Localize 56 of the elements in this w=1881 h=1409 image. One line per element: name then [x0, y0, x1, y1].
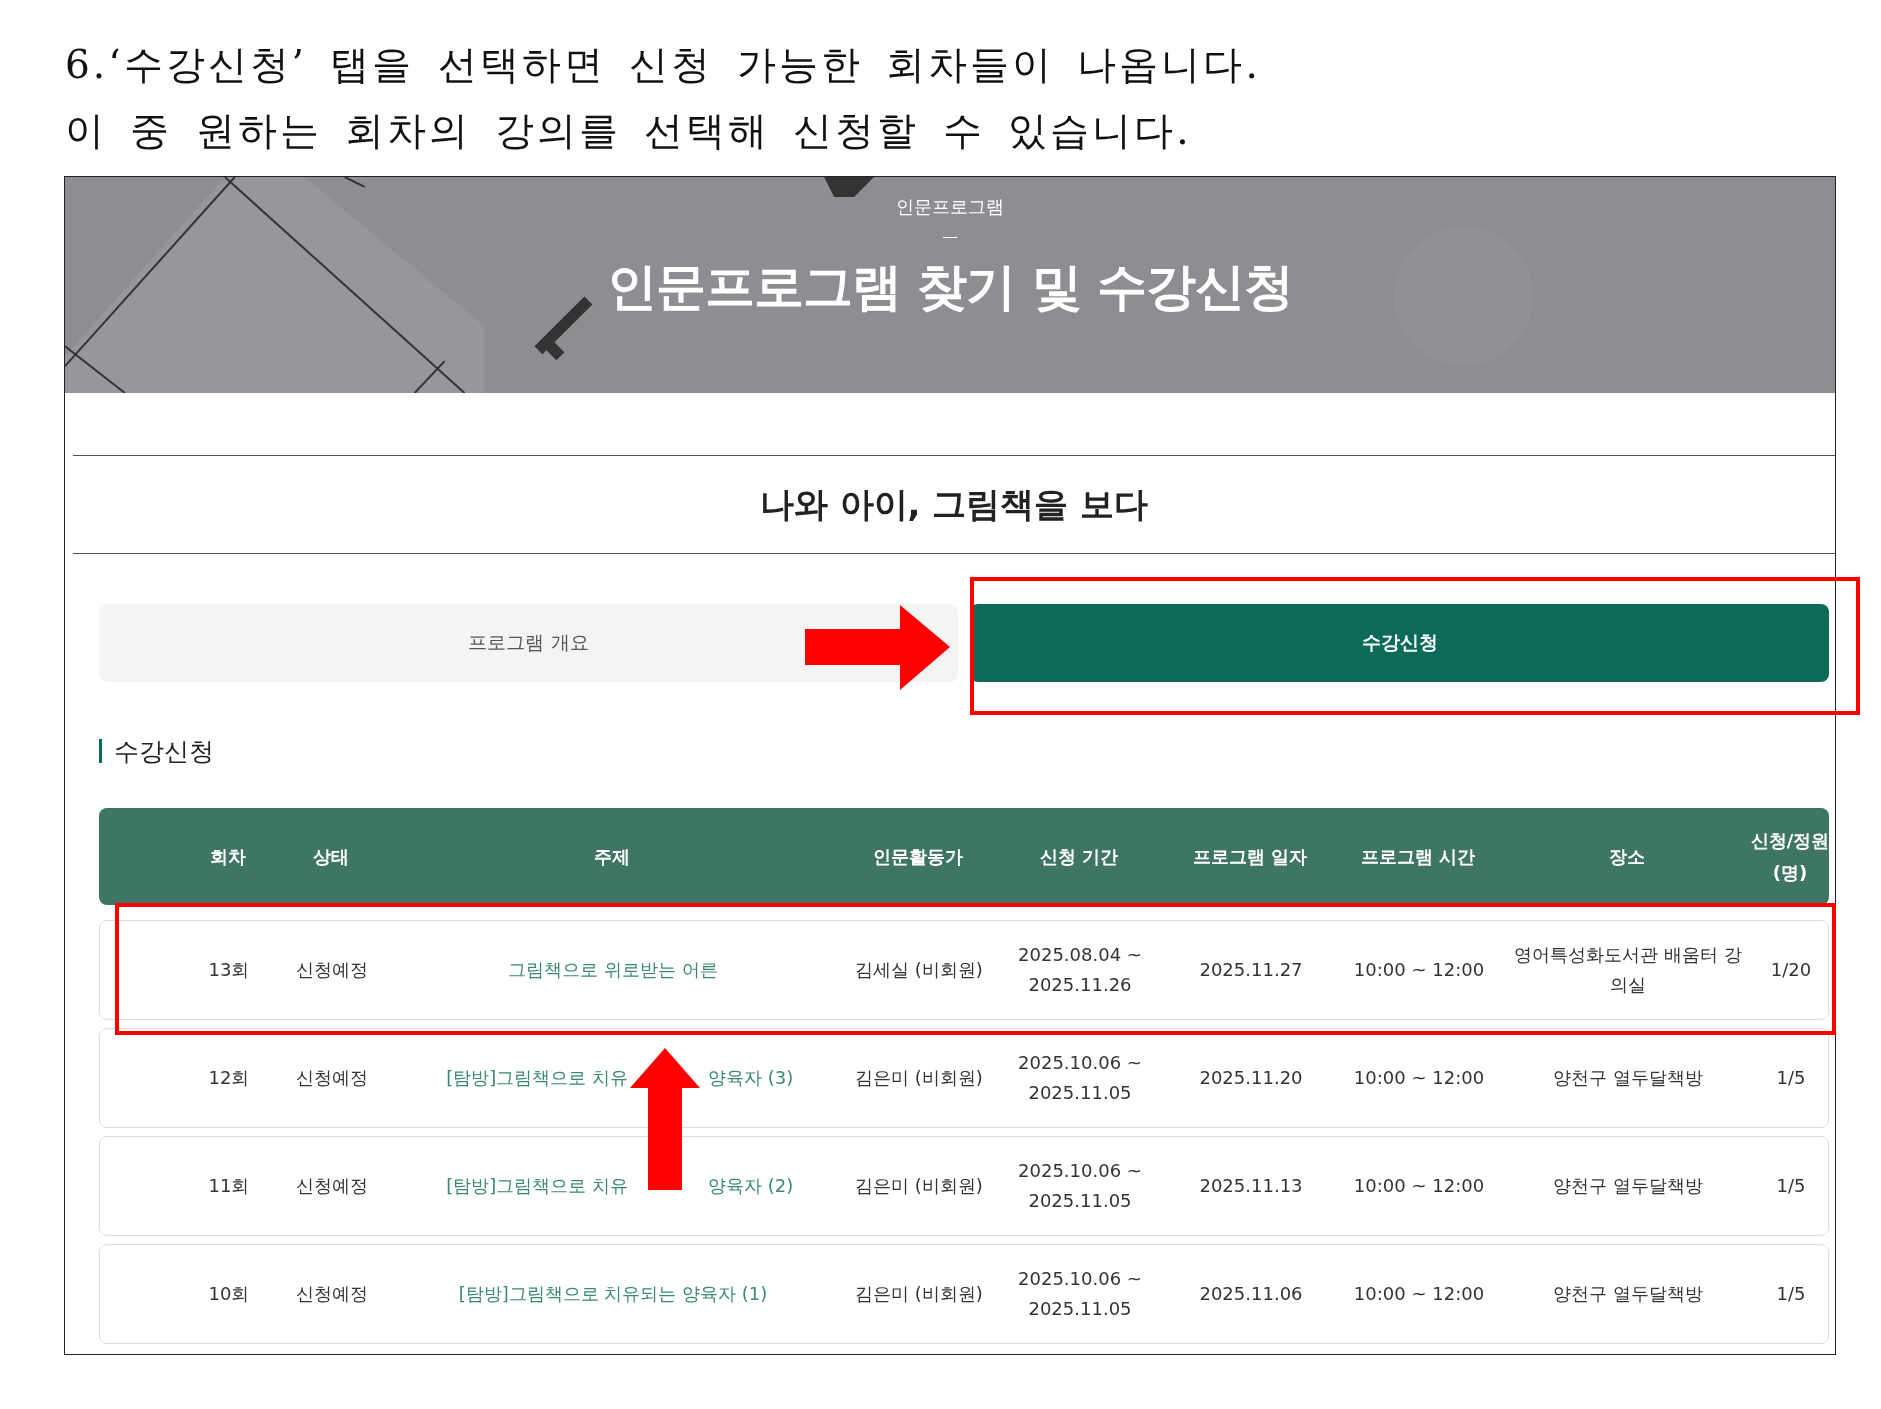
- table-cell: 2025.10.06 ~ 2025.11.05: [1018, 1052, 1142, 1103]
- table-cell: 11회: [208, 1175, 250, 1196]
- column-header: 회차: [210, 845, 246, 867]
- table-cell: 2025.11.06: [1199, 1283, 1303, 1304]
- instruction-text: 6.‘수강신청’ 탭을 선택하면 신청 가능한 회차들이 나옵니다.: [65, 41, 1262, 89]
- topic-link[interactable]: [탐방]그림책으로 치유되는 양육자 (1): [458, 1283, 768, 1304]
- table-cell: 영어특성화도서관 배움터 강의실: [1514, 944, 1742, 995]
- instruction-text: 이 중 원하는 회차의 강의를 선택해 신청할 수 있습니다.: [65, 107, 1193, 155]
- table-cell: 2025.10.06 ~ 2025.11.05: [1018, 1160, 1142, 1211]
- column-header: 프로그램 일자: [1192, 845, 1308, 867]
- topic-link[interactable]: 그림책으로 위로받는 어른: [508, 959, 718, 980]
- table-cell: 10:00 ~ 12:00: [1353, 1283, 1485, 1304]
- topic-link[interactable]: 양육자 (3): [708, 1063, 794, 1093]
- table-cell: 양천구 열두달책방: [1553, 1067, 1703, 1088]
- table-cell: 1/20: [1770, 959, 1812, 980]
- column-header: 인문활동가: [873, 845, 963, 867]
- table-cell: 신청예정: [296, 1283, 368, 1304]
- tab[interactable]: 프로그램 개요: [99, 604, 958, 682]
- table-cell: 양천구 열두달책방: [1553, 1283, 1703, 1304]
- table-cell: 12회: [208, 1067, 250, 1088]
- table-cell: 2025.11.13: [1199, 1175, 1303, 1196]
- table-cell: 1/5: [1776, 1175, 1806, 1196]
- table-cell: 2025.11.20: [1199, 1067, 1303, 1088]
- table-cell: 김세실 (비회원): [855, 959, 983, 980]
- topic-link[interactable]: [탐방]그림책으로 치유: [446, 1063, 628, 1093]
- column-header: 장소: [1609, 845, 1645, 867]
- table-cell: 13회: [208, 959, 250, 980]
- table-cell: 1/5: [1776, 1283, 1806, 1304]
- table-cell: 1/5: [1776, 1067, 1806, 1088]
- program-title: 나와 아이, 그림책을 보다: [759, 482, 1149, 526]
- banner-title: 인문프로그램 찾기 및 수강신청: [606, 257, 1294, 318]
- table-cell: 신청예정: [296, 1067, 368, 1088]
- topic-link[interactable]: [탐방]그림책으로 치유: [446, 1171, 628, 1201]
- table-cell: 김은미 (비회원): [855, 1175, 983, 1196]
- table-cell: 2025.10.06 ~ 2025.11.05: [1018, 1268, 1142, 1319]
- topic-link[interactable]: 양육자 (2): [708, 1171, 794, 1201]
- heading-bar: [99, 739, 102, 763]
- column-header: 프로그램 시간: [1360, 845, 1476, 867]
- table-cell: 신청예정: [296, 959, 368, 980]
- table-cell: 김은미 (비회원): [855, 1067, 983, 1088]
- section-heading: 수강신청: [114, 735, 214, 768]
- table-cell: 2025.08.04 ~ 2025.11.26: [1018, 944, 1142, 995]
- table-cell: 10회: [208, 1283, 250, 1304]
- column-header: 상태: [313, 845, 349, 867]
- column-header: 주제: [594, 845, 630, 867]
- table-cell: 신청예정: [296, 1175, 368, 1196]
- table-cell: 김은미 (비회원): [855, 1283, 983, 1304]
- column-header: 신청 기간: [1039, 845, 1119, 867]
- table-cell: 10:00 ~ 12:00: [1353, 1067, 1485, 1088]
- table-cell: 10:00 ~ 12:00: [1353, 959, 1485, 980]
- column-header: 신청/정원(명): [1750, 829, 1830, 883]
- table-cell: 2025.11.27: [1199, 959, 1303, 980]
- divider-dash: [943, 237, 957, 238]
- table-cell: 10:00 ~ 12:00: [1353, 1175, 1485, 1196]
- table-cell: 양천구 열두달책방: [1553, 1175, 1703, 1196]
- banner-kicker: 인문프로그램: [896, 195, 1004, 219]
